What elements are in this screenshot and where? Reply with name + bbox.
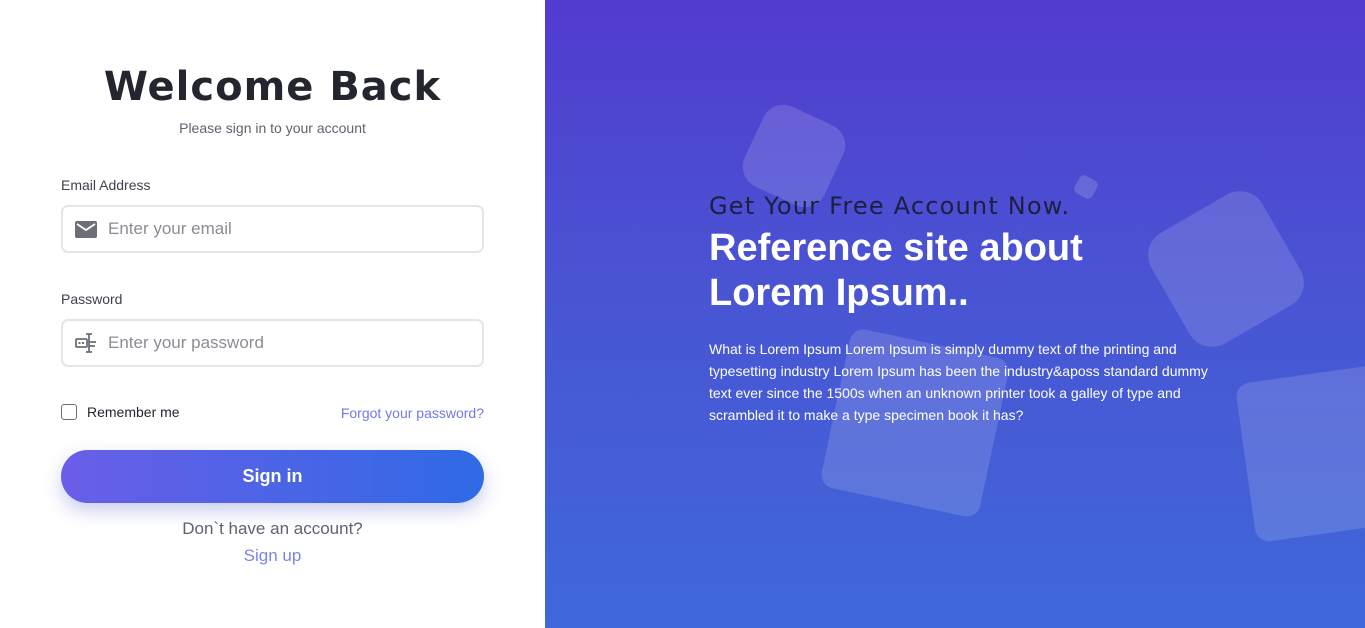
promo-body: What is Lorem Ipsum Lorem Ipsum is simpl… — [709, 341, 1208, 423]
promo-panel: Get Your Free Account Now. Reference sit… — [545, 0, 1365, 628]
password-input[interactable] — [108, 323, 482, 363]
decorative-shape — [1072, 173, 1100, 201]
remember-me-checkbox[interactable] — [61, 404, 77, 420]
password-icon — [74, 331, 98, 355]
password-field[interactable] — [61, 319, 484, 367]
forgot-password-link[interactable]: Forgot your password? — [341, 405, 484, 421]
page-subtitle: Please sign in to your account — [179, 120, 366, 136]
no-account-text: Don`t have an account? — [182, 519, 363, 538]
email-label: Email Address — [61, 177, 151, 193]
password-label: Password — [61, 291, 123, 307]
email-field[interactable] — [61, 205, 484, 253]
remember-me[interactable]: Remember me — [61, 404, 180, 420]
mail-icon — [74, 217, 98, 241]
page-title: Welcome Back — [103, 64, 442, 110]
promo-headline: Reference site about Lorem Ipsum.. — [709, 227, 1083, 314]
decorative-shape — [1234, 360, 1365, 544]
decorative-shape — [1138, 181, 1314, 357]
sign-in-button[interactable]: Sign in — [61, 450, 484, 503]
sign-up-link[interactable]: Sign up — [244, 546, 302, 565]
email-input[interactable] — [108, 209, 482, 249]
promo-kicker: Get Your Free Account Now. — [709, 192, 1071, 220]
login-panel: Welcome Back Please sign in to your acco… — [0, 0, 545, 628]
remember-me-label: Remember me — [87, 404, 180, 420]
